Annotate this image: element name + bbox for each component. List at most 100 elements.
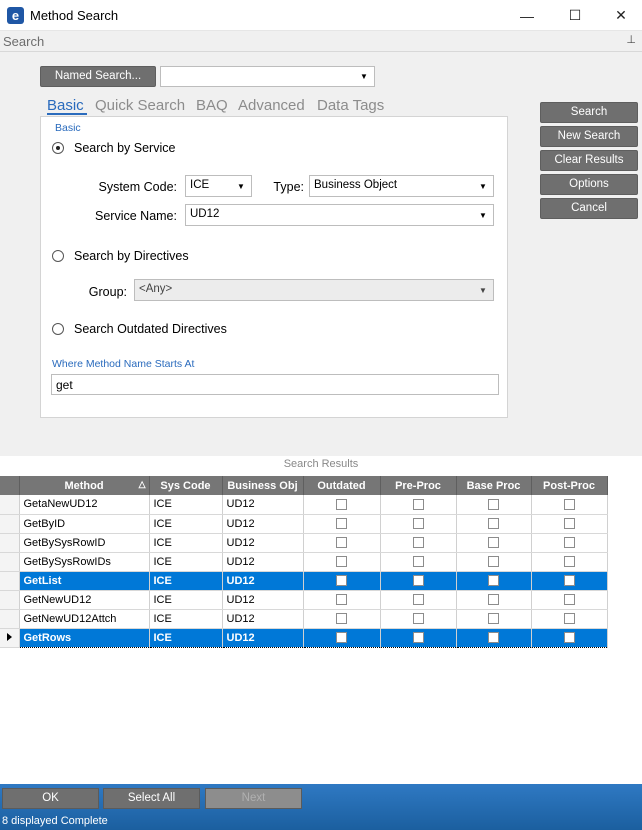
table-row[interactable]: GetByID ICE UD12 — [0, 514, 608, 534]
method-cell[interactable]: GetaNewUD12 — [19, 495, 150, 515]
base-proc-checkbox[interactable] — [488, 518, 499, 530]
pre-proc-checkbox[interactable] — [412, 556, 424, 568]
table-row[interactable]: GetRows ICE UD12 — [0, 627, 608, 648]
row-selector[interactable] — [0, 590, 20, 610]
outdated-checkbox[interactable] — [336, 594, 347, 606]
sys-code-cell[interactable]: ICE — [149, 533, 223, 553]
base-proc-checkbox[interactable] — [488, 632, 499, 644]
outdated-checkbox[interactable] — [336, 556, 347, 568]
pre-proc-checkbox[interactable] — [412, 613, 424, 625]
search-by-directives-radio[interactable] — [52, 250, 64, 262]
row-selector[interactable] — [0, 571, 20, 591]
row-selector[interactable] — [0, 495, 20, 515]
post-proc-checkbox[interactable] — [563, 498, 575, 510]
method-cell[interactable]: GetNewUD12Attch — [19, 609, 150, 629]
pre-proc-checkbox[interactable] — [412, 575, 424, 587]
search-by-service-radio[interactable] — [52, 142, 64, 154]
table-row[interactable]: GetBySysRowIDs ICE UD12 — [0, 552, 608, 572]
group-dropdown[interactable]: <Any> ▼ — [134, 279, 494, 301]
sys-code-cell[interactable]: ICE — [149, 552, 223, 572]
ok-button[interactable]: OK — [2, 788, 99, 809]
sys-code-cell[interactable]: ICE — [149, 571, 223, 591]
post-proc-checkbox[interactable] — [563, 537, 575, 549]
business-obj-cell[interactable]: UD12 — [222, 514, 304, 534]
method-cell[interactable]: GetByID — [19, 514, 150, 534]
row-selector-header[interactable] — [0, 476, 20, 495]
outdated-checkbox[interactable] — [336, 575, 347, 587]
column-header-method[interactable]: Method △ — [19, 476, 150, 495]
pre-proc-checkbox[interactable] — [412, 632, 424, 644]
sys-code-cell[interactable]: ICE — [149, 627, 223, 648]
method-cell[interactable]: GetRows — [19, 627, 150, 648]
tab-advanced[interactable]: Advanced — [238, 97, 305, 114]
outdated-checkbox[interactable] — [336, 537, 347, 549]
outdated-checkbox[interactable] — [336, 613, 347, 625]
business-obj-cell[interactable]: UD12 — [222, 590, 304, 610]
tab-baq[interactable]: BAQ — [196, 97, 228, 114]
outdated-checkbox[interactable] — [336, 632, 347, 644]
post-proc-checkbox[interactable] — [563, 594, 575, 606]
post-proc-checkbox[interactable] — [563, 613, 575, 625]
search-by-service-label[interactable]: Search by Service — [74, 141, 175, 155]
business-obj-cell[interactable]: UD12 — [222, 495, 304, 515]
sys-code-cell[interactable]: ICE — [149, 514, 223, 534]
row-selector[interactable] — [0, 514, 20, 534]
base-proc-checkbox[interactable] — [488, 556, 499, 568]
business-obj-cell[interactable]: UD12 — [222, 571, 304, 591]
type-dropdown[interactable]: Business Object ▼ — [309, 175, 494, 197]
post-proc-checkbox[interactable] — [563, 575, 575, 587]
row-selector[interactable] — [0, 552, 20, 572]
close-button[interactable]: ✕ — [598, 0, 642, 31]
tab-data-tags[interactable]: Data Tags — [317, 97, 384, 114]
table-row[interactable]: GetNewUD12 ICE UD12 — [0, 590, 608, 610]
base-proc-checkbox[interactable] — [488, 613, 499, 625]
search-outdated-directives-label[interactable]: Search Outdated Directives — [74, 322, 227, 336]
search-outdated-directives-radio[interactable] — [52, 323, 64, 335]
maximize-button[interactable]: ☐ — [552, 0, 598, 31]
pre-proc-checkbox[interactable] — [412, 498, 424, 510]
named-search-dropdown[interactable]: ▼ — [160, 66, 375, 87]
base-proc-checkbox[interactable] — [488, 498, 499, 510]
method-cell[interactable]: GetBySysRowID — [19, 533, 150, 553]
business-obj-cell[interactable]: UD12 — [222, 533, 304, 553]
method-name-input[interactable]: get — [51, 374, 499, 395]
outdated-checkbox[interactable] — [336, 498, 347, 510]
table-row[interactable]: GetList ICE UD12 — [0, 571, 608, 591]
column-header-sys-code[interactable]: Sys Code — [149, 476, 223, 495]
search-button[interactable]: Search — [540, 102, 638, 123]
system-code-dropdown[interactable]: ICE ▼ — [185, 175, 252, 197]
column-header-pre-proc[interactable]: Pre-Proc — [380, 476, 457, 495]
minimize-button[interactable]: — — [504, 0, 550, 31]
new-search-button[interactable]: New Search — [540, 126, 638, 147]
tab-quick-search[interactable]: Quick Search — [95, 97, 185, 114]
base-proc-checkbox[interactable] — [488, 537, 499, 549]
next-button[interactable]: Next — [205, 788, 302, 809]
method-cell[interactable]: GetList — [19, 571, 150, 591]
table-row[interactable]: GetBySysRowID ICE UD12 — [0, 533, 608, 553]
select-all-button[interactable]: Select All — [103, 788, 200, 809]
clear-results-button[interactable]: Clear Results — [540, 150, 638, 171]
business-obj-cell[interactable]: UD12 — [222, 627, 304, 648]
column-header-post-proc[interactable]: Post-Proc — [531, 476, 608, 495]
row-selector[interactable] — [0, 609, 20, 629]
outdated-checkbox[interactable] — [336, 518, 347, 530]
named-search-button[interactable]: Named Search... — [40, 66, 156, 87]
tab-basic[interactable]: Basic — [47, 97, 84, 114]
pin-icon[interactable]: ⊥ — [626, 33, 636, 46]
method-cell[interactable]: GetNewUD12 — [19, 590, 150, 610]
row-selector[interactable] — [0, 533, 20, 553]
business-obj-cell[interactable]: UD12 — [222, 552, 304, 572]
base-proc-checkbox[interactable] — [488, 575, 499, 587]
pre-proc-checkbox[interactable] — [412, 518, 424, 530]
column-header-outdated[interactable]: Outdated — [303, 476, 381, 495]
post-proc-checkbox[interactable] — [563, 632, 575, 644]
column-header-business-obj[interactable]: Business Obj — [222, 476, 304, 495]
sys-code-cell[interactable]: ICE — [149, 609, 223, 629]
method-cell[interactable]: GetBySysRowIDs — [19, 552, 150, 572]
service-name-dropdown[interactable]: UD12 ▼ — [185, 204, 494, 226]
column-header-base-proc[interactable]: Base Proc — [456, 476, 532, 495]
search-by-directives-label[interactable]: Search by Directives — [74, 249, 189, 263]
sys-code-cell[interactable]: ICE — [149, 495, 223, 515]
business-obj-cell[interactable]: UD12 — [222, 609, 304, 629]
table-row[interactable]: GetaNewUD12 ICE UD12 — [0, 495, 608, 515]
